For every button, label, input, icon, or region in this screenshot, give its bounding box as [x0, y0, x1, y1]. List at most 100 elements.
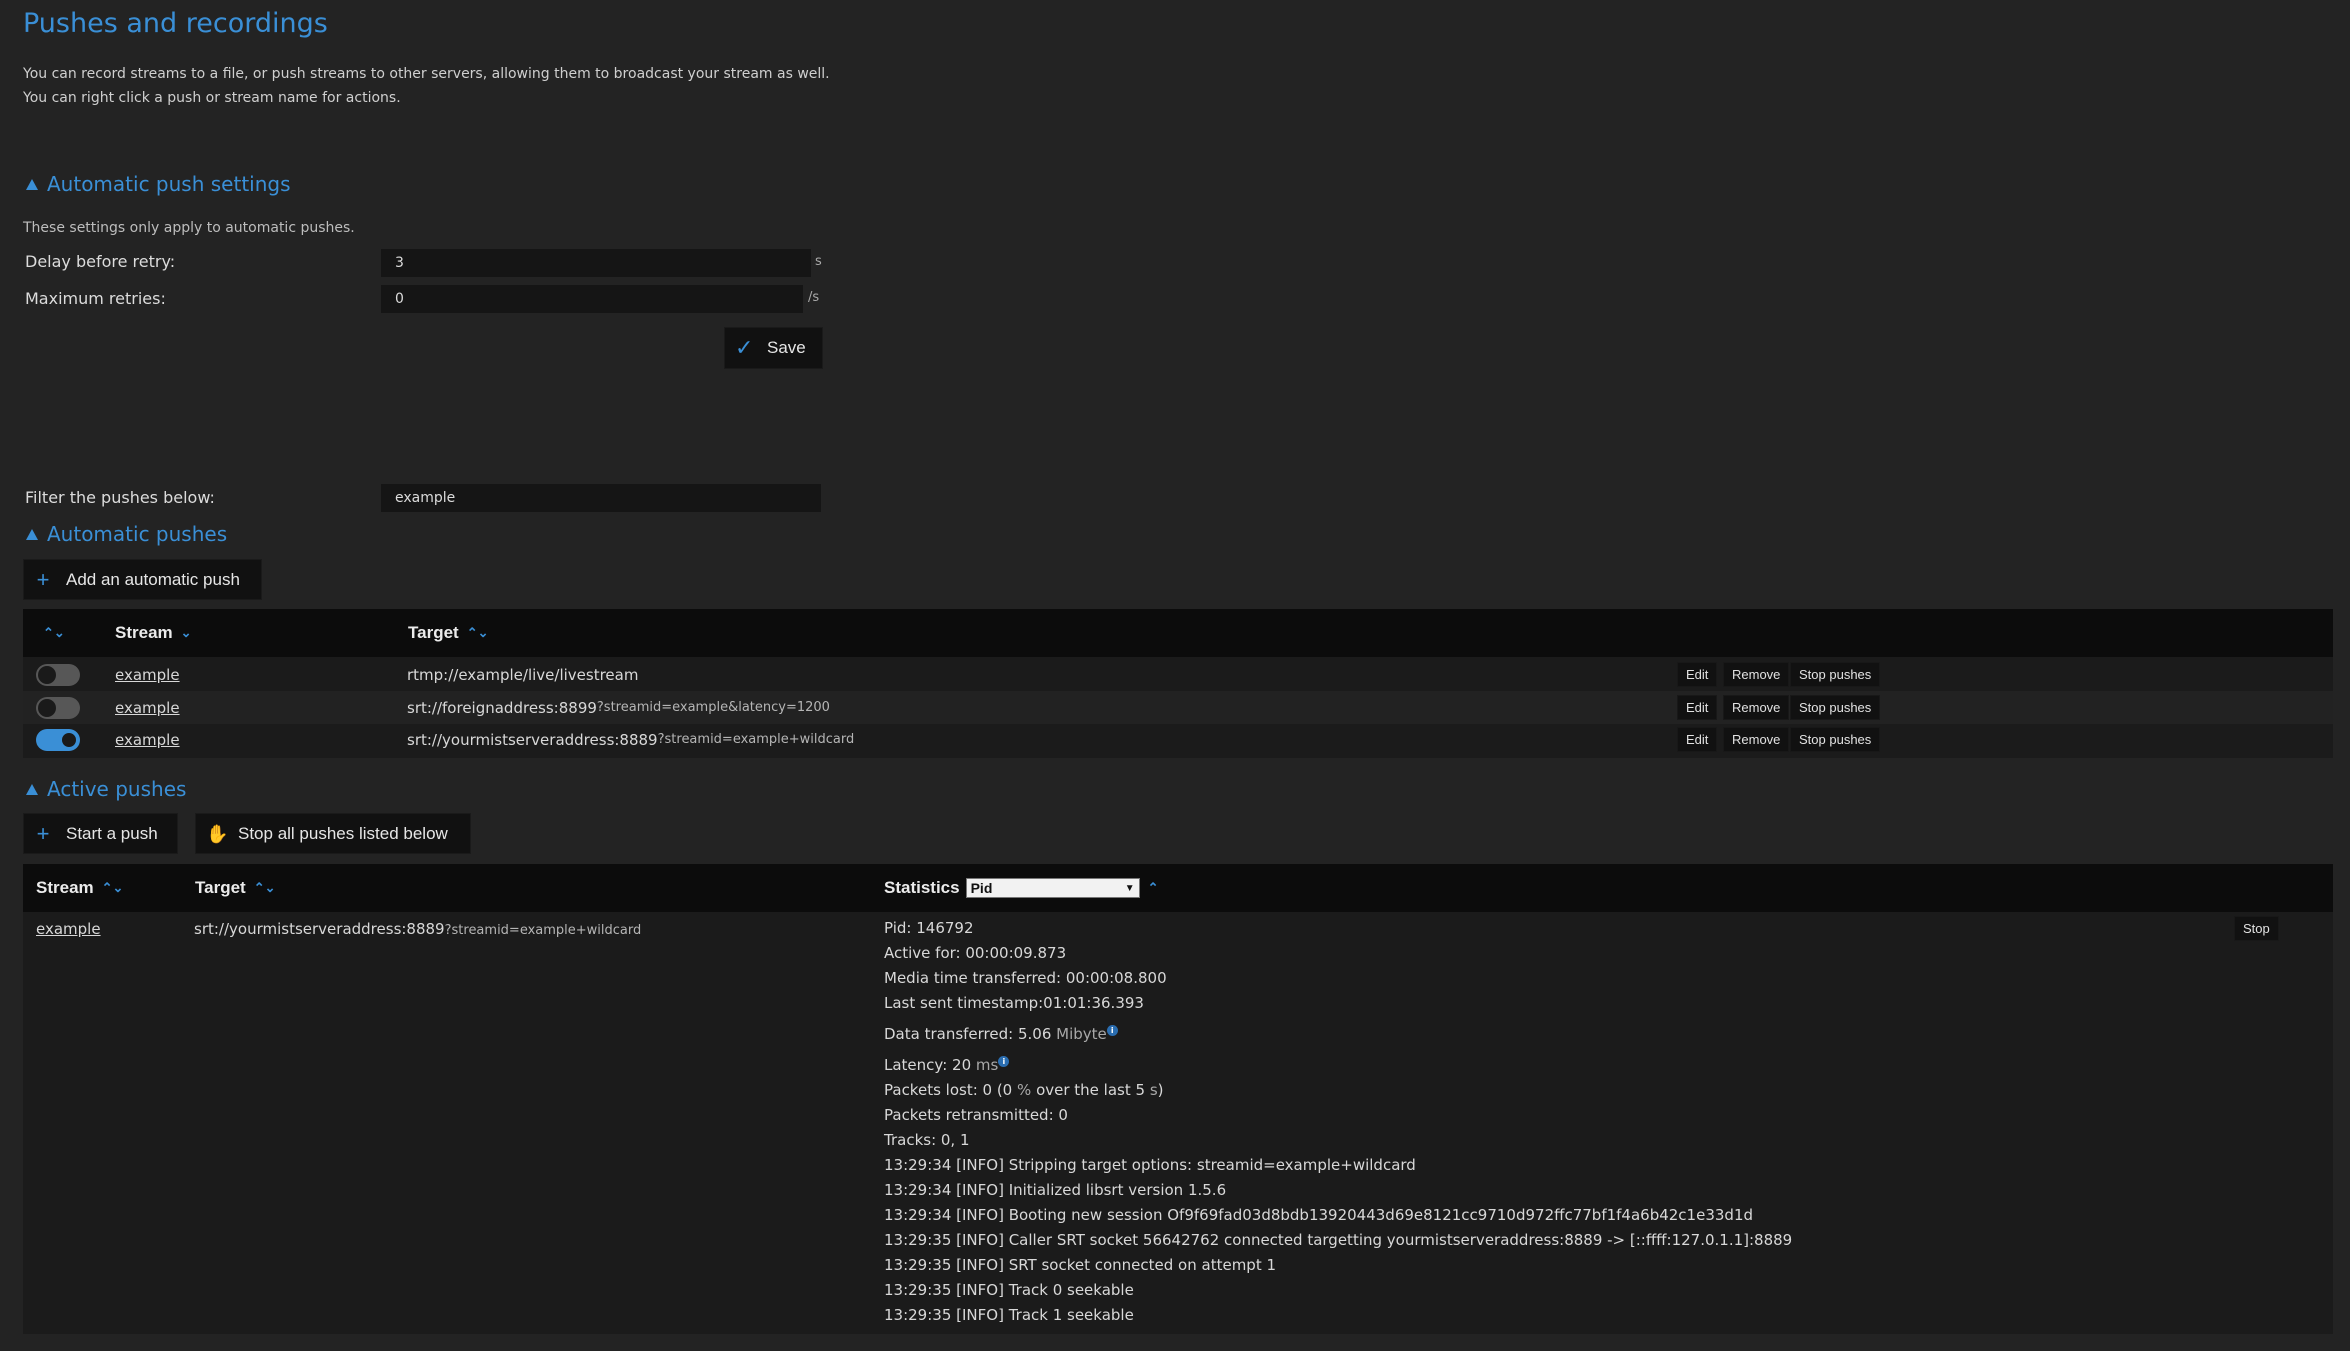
save-button-label: Save	[767, 338, 806, 357]
stat-data-value: Data transferred: 5.06	[884, 1025, 1052, 1043]
stream-column-header[interactable]: Stream ⌄	[115, 609, 192, 657]
target-url: rtmp://example/live/livestream	[407, 665, 639, 684]
chevron-down-icon: ▼	[1124, 882, 1135, 894]
save-button[interactable]: ✓ Save	[724, 327, 823, 369]
stat-data-unit: Mibyte	[1056, 1025, 1107, 1043]
active-target-cell: srt://yourmistserveraddress:8889?streami…	[194, 920, 641, 938]
target-column-header[interactable]: Target ⌃⌄	[408, 609, 489, 657]
filter-input[interactable]	[381, 484, 821, 512]
add-automatic-push-label: Add an automatic push	[66, 569, 240, 589]
statistics-header-label: Statistics	[884, 878, 960, 897]
stat-tracks: Tracks: 0, 1	[884, 1131, 970, 1149]
sort-desc-icon[interactable]: ⌄	[181, 625, 192, 641]
filter-label: Filter the pushes below:	[25, 488, 215, 507]
collapse-triangle-icon	[26, 178, 38, 190]
plus-icon: +	[36, 820, 50, 846]
stream-column-header[interactable]: Stream ⌃⌄	[36, 864, 123, 912]
section-heading: Active pushes	[47, 777, 187, 801]
target-url: srt://yourmistserveraddress:8889	[407, 730, 658, 749]
stat-latency: Latency: 20 ms i	[884, 1053, 1792, 1078]
log-line: 13:29:35 [INFO] Track 1 seekable	[884, 1306, 1134, 1324]
remove-button[interactable]: Remove	[1723, 727, 1790, 752]
target-column-header[interactable]: Target ⌃⌄	[195, 864, 276, 912]
page-title: Pushes and recordings	[23, 8, 328, 39]
packets-lost-unit: s	[1149, 1081, 1158, 1099]
log-line: 13:29:35 [INFO] Caller SRT socket 566427…	[884, 1231, 1793, 1249]
stat-media-time: Media time transferred: 00:00:08.800	[884, 969, 1167, 987]
target-params: ?streamid=example+wildcard	[444, 923, 642, 938]
collapse-triangle-icon	[26, 783, 38, 795]
toggle-sort-header[interactable]: ⌃⌄	[43, 609, 65, 657]
active-pushes-table: Stream ⌃⌄ Target ⌃⌄ Statistics Pid ▼ ⌃ e…	[23, 864, 2333, 1334]
statistics-column-header: Statistics Pid ▼ ⌃	[884, 864, 1159, 912]
sort-icon[interactable]: ⌃⌄	[43, 625, 65, 641]
log-line: 13:29:35 [INFO] SRT socket connected on …	[884, 1256, 1277, 1274]
stream-link[interactable]: example	[115, 699, 180, 717]
target-url: srt://foreignaddress:8899	[407, 698, 597, 717]
enable-toggle[interactable]	[36, 696, 80, 719]
retries-unit: /s	[808, 290, 820, 305]
active-stop-cell: Stop	[2234, 916, 2279, 941]
sort-icon[interactable]: ⌃⌄	[102, 880, 124, 896]
packets-lost-value: Packets lost: 0 (0	[884, 1081, 1013, 1099]
automatic-pushes-table: ⌃⌄ Stream ⌄ Target ⌃⌄ example rtmp://exa…	[23, 609, 2333, 758]
add-automatic-push-button[interactable]: + Add an automatic push	[23, 559, 262, 600]
info-icon[interactable]: i	[998, 1056, 1010, 1067]
stream-header-label: Stream	[115, 623, 173, 642]
stream-link[interactable]: example	[36, 920, 101, 938]
packets-lost-window: over the last 5	[1036, 1081, 1146, 1099]
remove-button[interactable]: Remove	[1723, 662, 1790, 687]
target-url: srt://yourmistserveraddress:8889	[194, 920, 445, 938]
intro-line-2: You can right click a push or stream nam…	[23, 90, 401, 106]
packets-lost-percent: %	[1017, 1081, 1032, 1099]
statistics-select[interactable]: Pid ▼	[965, 878, 1140, 898]
section-heading: Automatic push settings	[47, 172, 291, 196]
enable-toggle[interactable]	[36, 728, 80, 751]
table-row[interactable]: example rtmp://example/live/livestream E…	[23, 658, 2333, 691]
stop-pushes-button[interactable]: Stop pushes	[1790, 662, 1881, 687]
collapse-triangle-icon	[26, 528, 38, 540]
table-row[interactable]: example srt://foreignaddress:8899 ?stream…	[23, 691, 2333, 724]
plus-icon: +	[36, 566, 50, 592]
log-line: 13:29:34 [INFO] Stripping target options…	[884, 1156, 1416, 1174]
stat-last-timestamp: Last sent timestamp:01:01:36.393	[884, 994, 1144, 1012]
sort-icon[interactable]: ⌃⌄	[254, 880, 276, 896]
section-auto-push-settings[interactable]: Automatic push settings	[26, 172, 291, 196]
intro-line-1: You can record streams to a file, or pus…	[23, 66, 830, 82]
stop-all-pushes-button[interactable]: ✋ Stop all pushes listed below	[195, 813, 471, 854]
intro-text: You can record streams to a file, or pus…	[23, 62, 830, 110]
stop-all-pushes-label: Stop all pushes listed below	[238, 823, 448, 843]
info-icon[interactable]: i	[1106, 1025, 1118, 1036]
stop-button[interactable]: Stop	[2234, 916, 2279, 941]
edit-button[interactable]: Edit	[1677, 662, 1718, 687]
statistics-select-value: Pid	[970, 880, 993, 896]
edit-button[interactable]: Edit	[1677, 695, 1718, 720]
retries-input[interactable]	[381, 285, 803, 313]
stat-data-transferred: Data transferred: 5.06 Mibyte i	[884, 1022, 1792, 1047]
stream-link[interactable]: example	[115, 666, 180, 684]
edit-button[interactable]: Edit	[1677, 727, 1718, 752]
start-push-label: Start a push	[66, 823, 158, 843]
stream-header-label: Stream	[36, 878, 94, 897]
delay-label: Delay before retry:	[25, 252, 176, 271]
sort-icon[interactable]: ⌃⌄	[467, 625, 489, 641]
delay-input[interactable]	[381, 249, 811, 277]
stream-link[interactable]: example	[115, 731, 180, 749]
start-push-button[interactable]: + Start a push	[23, 813, 178, 854]
target-header-label: Target	[195, 878, 246, 897]
stop-pushes-button[interactable]: Stop pushes	[1790, 727, 1881, 752]
enable-toggle[interactable]	[36, 663, 80, 686]
packets-lost-close: )	[1157, 1081, 1164, 1099]
log-line: 13:29:35 [INFO] Track 0 seekable	[884, 1281, 1134, 1299]
stat-active-for: Active for: 00:00:09.873	[884, 944, 1067, 962]
log-line: 13:29:34 [INFO] Initialized libsrt versi…	[884, 1181, 1227, 1199]
stat-packets-lost: Packets lost: 0 (0 % over the last 5 s)	[884, 1078, 1792, 1103]
remove-button[interactable]: Remove	[1723, 695, 1790, 720]
target-header-label: Target	[408, 623, 459, 642]
section-active-pushes[interactable]: Active pushes	[26, 777, 186, 801]
log-line: 13:29:34 [INFO] Booting new session Of9f…	[884, 1206, 1754, 1224]
section-automatic-pushes[interactable]: Automatic pushes	[26, 522, 227, 546]
sort-asc-icon[interactable]: ⌃	[1148, 880, 1159, 896]
table-row[interactable]: example srt://yourmistserveraddress:8889…	[23, 723, 2333, 756]
stop-pushes-button[interactable]: Stop pushes	[1790, 695, 1881, 720]
